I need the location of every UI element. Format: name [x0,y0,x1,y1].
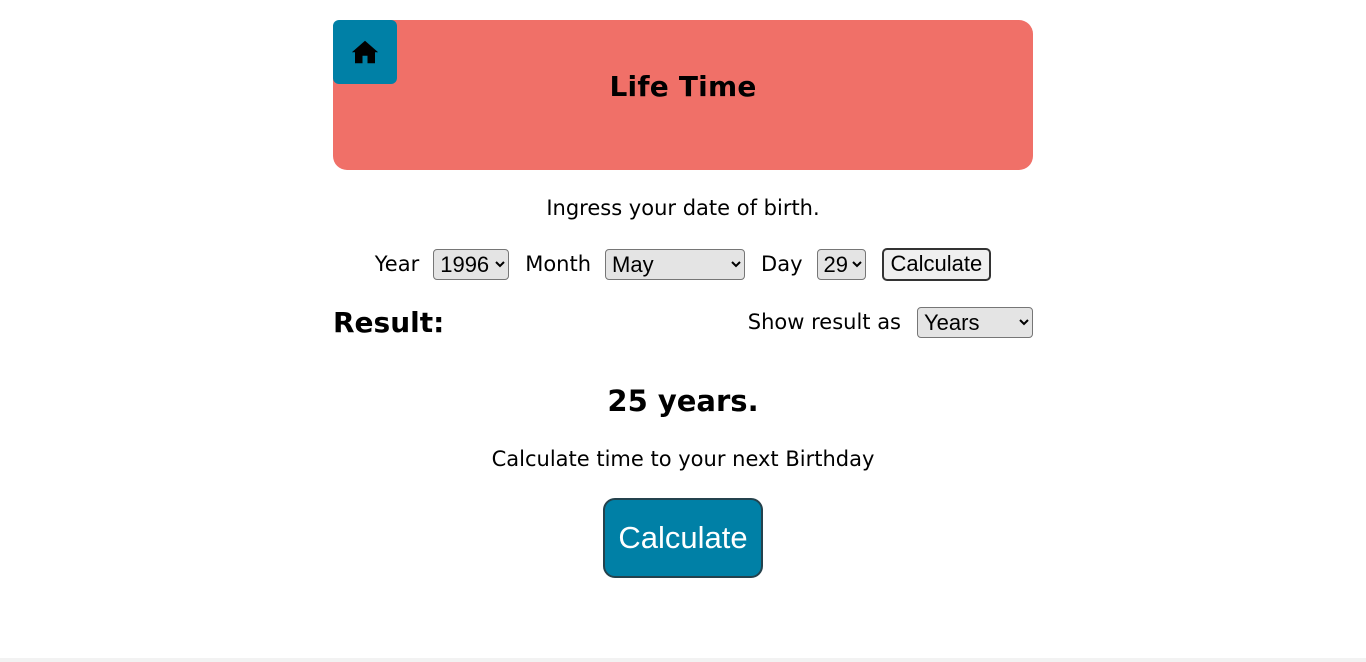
home-icon [351,40,379,64]
header-banner: Life Time [333,20,1033,170]
year-select[interactable]: 1996 [433,248,510,280]
calculate-age-button[interactable]: Calculate [881,247,992,281]
result-unit-select[interactable]: Years [917,306,1033,338]
month-label: Month [525,252,592,276]
dob-instruction: Ingress your date of birth. [546,196,820,220]
dob-form-row: Year 1996 Month May Day 29 Calculate [333,247,1033,281]
next-birthday-text: Calculate time to your next Birthday [491,447,875,471]
page-title: Life Time [609,70,757,103]
show-result-as-label: Show result as [747,310,901,334]
result-value: 25 years. [607,384,759,418]
day-select[interactable]: 29 [816,248,866,280]
month-select[interactable]: May [605,248,746,280]
footer-divider [0,658,1366,662]
result-row: Result: Show result as Years [333,305,1033,339]
page: Life Time Ingress your date of birth. Ye… [0,0,1366,662]
calculate-next-birthday-button[interactable]: Calculate [603,498,763,578]
year-label: Year [374,252,420,276]
result-label: Result: [333,305,445,339]
day-label: Day [761,252,803,276]
